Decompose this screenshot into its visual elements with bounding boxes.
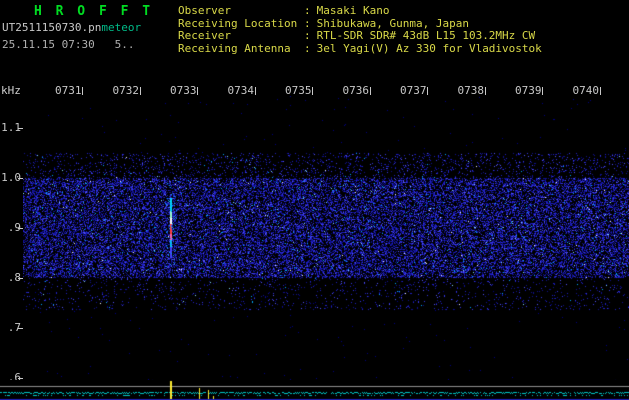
info-label: Observer bbox=[178, 4, 231, 17]
freq-unit-label: kHz bbox=[1, 84, 21, 97]
time-tick-mark bbox=[369, 87, 371, 95]
station-info-block: Observer: Masaki Kano Receiving Location:… bbox=[178, 4, 542, 56]
info-row-antenna: Receiving Antenna:3el Yagi(V) Az 330 for… bbox=[178, 41, 542, 56]
spectrogram-canvas bbox=[23, 96, 629, 385]
info-row-observer: Observer: Masaki Kano bbox=[178, 4, 542, 18]
info-value: RTL-SDR SDR# 43dB L15 103.2MHz CW bbox=[316, 29, 536, 42]
time-tick-mark bbox=[82, 87, 83, 95]
info-row-receiver: Receiver: RTL-SDR SDR# 43dB L15 103.2MHz … bbox=[178, 29, 542, 43]
output-filename: UT2511150730.pn bbox=[2, 21, 102, 34]
signal-strip-canvas bbox=[0, 380, 629, 400]
app-title: H R O F F T bbox=[34, 4, 154, 19]
observation-mode-label: meteor bbox=[101, 21, 142, 34]
datetime-line: 25.11.15 07:30 5.. bbox=[2, 38, 135, 51]
info-value: 3el Yagi(V) Az 330 for Vladivostok bbox=[316, 41, 542, 55]
hrofft-screen: H R O F F T UT2511150730.pnmeteor 25.11.… bbox=[0, 0, 629, 400]
filename-line: UT2511150730.pnmeteor bbox=[2, 21, 141, 34]
time-tick-mark bbox=[139, 87, 141, 95]
info-separator: : bbox=[304, 4, 311, 17]
info-separator: : bbox=[304, 41, 311, 55]
time-tick-mark bbox=[197, 87, 198, 95]
info-separator: : bbox=[304, 29, 311, 42]
info-value: Masaki Kano bbox=[316, 4, 390, 17]
time-tick-mark bbox=[599, 87, 601, 95]
time-tick-mark bbox=[254, 87, 256, 95]
time-tick-mark bbox=[312, 87, 313, 95]
time-tick-mark bbox=[542, 87, 543, 95]
info-label: Receiver bbox=[178, 29, 231, 42]
info-label: Receiving Antenna bbox=[178, 41, 291, 55]
time-tick-mark bbox=[484, 87, 486, 95]
time-tick-mark bbox=[427, 87, 428, 95]
